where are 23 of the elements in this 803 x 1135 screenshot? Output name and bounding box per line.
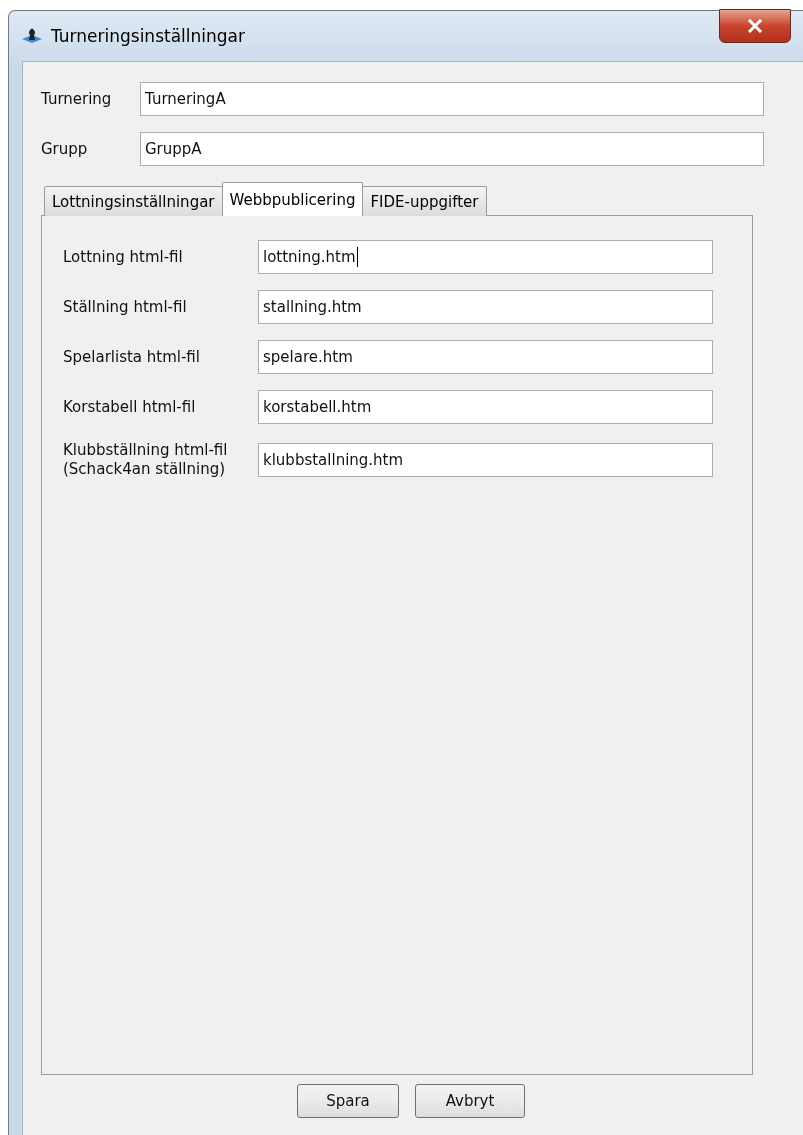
text-field[interactable]: spelare.htm — [258, 340, 713, 374]
text-field[interactable]: korstabell.htm — [258, 390, 713, 424]
tab[interactable]: Webbpublicering — [221, 182, 364, 216]
text-field[interactable]: klubbstallning.htm — [258, 443, 713, 477]
text-field[interactable]: GruppA — [140, 132, 764, 166]
chess-piece-icon — [21, 26, 43, 46]
field-label: Lottning html-fil — [63, 247, 184, 267]
dialog-button[interactable]: Spara — [297, 1084, 399, 1118]
field-label: Klubbställning html-fil (Schack4an ställning) — [63, 441, 229, 479]
dialog-button[interactable]: Avbryt — [415, 1084, 525, 1118]
field-label: Ställning html-fil — [63, 297, 188, 317]
close-icon — [747, 19, 763, 33]
field-label: Turnering — [41, 89, 113, 109]
field-label: Grupp — [41, 139, 89, 159]
field-label: Spelarlista html-fil — [63, 347, 201, 367]
text-field[interactable]: lottning.htm — [258, 240, 713, 274]
text-field[interactable]: stallning.htm — [258, 290, 713, 324]
tab[interactable]: Lottningsinställningar — [44, 186, 223, 216]
tab[interactable]: FIDE-uppgifter — [362, 186, 487, 216]
close-button[interactable] — [719, 9, 791, 43]
field-label: Korstabell html-fil — [63, 397, 197, 417]
window-title: Turneringsinställningar — [51, 26, 245, 46]
text-field[interactable]: TurneringA — [140, 82, 764, 116]
